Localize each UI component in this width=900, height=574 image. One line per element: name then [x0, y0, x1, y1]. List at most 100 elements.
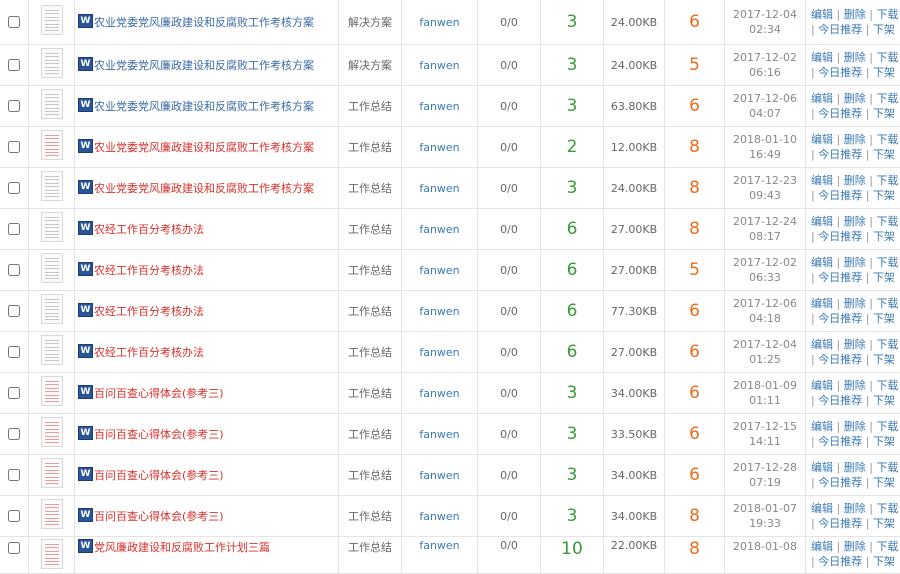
document-title-link[interactable]: 农经工作百分考核办法: [94, 346, 204, 359]
edit-link[interactable]: 编辑: [811, 502, 833, 515]
recommend-link[interactable]: 今日推荐: [818, 107, 862, 120]
edit-link[interactable]: 编辑: [811, 174, 833, 187]
document-thumbnail[interactable]: [41, 294, 63, 324]
row-checkbox[interactable]: [8, 141, 20, 153]
document-thumbnail[interactable]: [41, 212, 63, 242]
row-checkbox[interactable]: [8, 59, 20, 71]
document-title-link[interactable]: 农业党委党风廉政建设和反腐败工作考核方案: [94, 16, 314, 29]
row-checkbox[interactable]: [8, 100, 20, 112]
edit-link[interactable]: 编辑: [811, 540, 833, 553]
document-thumbnail[interactable]: [41, 89, 63, 119]
recommend-link[interactable]: 今日推荐: [818, 517, 862, 530]
document-thumbnail[interactable]: [41, 171, 63, 201]
unshelf-link[interactable]: 下架: [873, 230, 895, 243]
row-checkbox[interactable]: [8, 182, 20, 194]
edit-link[interactable]: 编辑: [811, 92, 833, 105]
document-thumbnail[interactable]: [41, 458, 63, 488]
document-title-link[interactable]: 百问百查心得体会(参考三): [94, 387, 224, 400]
uploader-link[interactable]: fanwen: [402, 537, 478, 574]
delete-link[interactable]: 删除: [844, 540, 866, 553]
unshelf-link[interactable]: 下架: [873, 435, 895, 448]
download-link[interactable]: 下载: [876, 540, 898, 553]
edit-link[interactable]: 编辑: [811, 297, 833, 310]
edit-link[interactable]: 编辑: [811, 420, 833, 433]
document-title-link[interactable]: 百问百查心得体会(参考三): [94, 469, 224, 482]
edit-link[interactable]: 编辑: [811, 338, 833, 351]
row-checkbox[interactable]: [8, 387, 20, 399]
download-link[interactable]: 下载: [876, 461, 898, 474]
unshelf-link[interactable]: 下架: [873, 271, 895, 284]
row-checkbox[interactable]: [8, 428, 20, 440]
download-link[interactable]: 下载: [876, 92, 898, 105]
document-title-link[interactable]: 党风廉政建设和反腐败工作计划三篇: [94, 541, 270, 554]
uploader-link[interactable]: fanwen: [402, 373, 478, 414]
uploader-link[interactable]: fanwen: [402, 291, 478, 332]
uploader-link[interactable]: fanwen: [402, 250, 478, 291]
delete-link[interactable]: 删除: [844, 174, 866, 187]
edit-link[interactable]: 编辑: [811, 133, 833, 146]
download-link[interactable]: 下载: [876, 256, 898, 269]
unshelf-link[interactable]: 下架: [873, 107, 895, 120]
document-thumbnail[interactable]: [41, 5, 63, 35]
unshelf-link[interactable]: 下架: [873, 555, 895, 568]
download-link[interactable]: 下载: [876, 215, 898, 228]
unshelf-link[interactable]: 下架: [873, 66, 895, 79]
document-thumbnail[interactable]: [41, 335, 63, 365]
recommend-link[interactable]: 今日推荐: [818, 353, 862, 366]
download-link[interactable]: 下载: [876, 338, 898, 351]
row-checkbox[interactable]: [8, 264, 20, 276]
edit-link[interactable]: 编辑: [811, 256, 833, 269]
row-checkbox[interactable]: [8, 16, 20, 28]
unshelf-link[interactable]: 下架: [873, 517, 895, 530]
delete-link[interactable]: 删除: [844, 256, 866, 269]
delete-link[interactable]: 删除: [844, 215, 866, 228]
delete-link[interactable]: 删除: [844, 8, 866, 21]
row-checkbox[interactable]: [8, 305, 20, 317]
document-thumbnail[interactable]: [41, 48, 63, 78]
recommend-link[interactable]: 今日推荐: [818, 230, 862, 243]
download-link[interactable]: 下载: [876, 420, 898, 433]
download-link[interactable]: 下载: [876, 174, 898, 187]
edit-link[interactable]: 编辑: [811, 51, 833, 64]
uploader-link[interactable]: fanwen: [402, 414, 478, 455]
uploader-link[interactable]: fanwen: [402, 45, 478, 86]
recommend-link[interactable]: 今日推荐: [818, 271, 862, 284]
unshelf-link[interactable]: 下架: [873, 312, 895, 325]
document-title-link[interactable]: 农经工作百分考核办法: [94, 223, 204, 236]
row-checkbox[interactable]: [8, 469, 20, 481]
uploader-link[interactable]: fanwen: [402, 86, 478, 127]
recommend-link[interactable]: 今日推荐: [818, 189, 862, 202]
delete-link[interactable]: 删除: [844, 420, 866, 433]
document-title-link[interactable]: 农业党委党风廉政建设和反腐败工作考核方案: [94, 59, 314, 72]
document-thumbnail[interactable]: [41, 130, 63, 160]
delete-link[interactable]: 删除: [844, 297, 866, 310]
delete-link[interactable]: 删除: [844, 338, 866, 351]
row-checkbox[interactable]: [8, 346, 20, 358]
uploader-link[interactable]: fanwen: [402, 496, 478, 537]
download-link[interactable]: 下载: [876, 51, 898, 64]
row-checkbox[interactable]: [8, 542, 20, 554]
edit-link[interactable]: 编辑: [811, 8, 833, 21]
recommend-link[interactable]: 今日推荐: [818, 23, 862, 36]
document-title-link[interactable]: 百问百查心得体会(参考三): [94, 428, 224, 441]
delete-link[interactable]: 删除: [844, 461, 866, 474]
delete-link[interactable]: 删除: [844, 133, 866, 146]
recommend-link[interactable]: 今日推荐: [818, 555, 862, 568]
recommend-link[interactable]: 今日推荐: [818, 476, 862, 489]
delete-link[interactable]: 删除: [844, 92, 866, 105]
uploader-link[interactable]: fanwen: [402, 168, 478, 209]
unshelf-link[interactable]: 下架: [873, 189, 895, 202]
edit-link[interactable]: 编辑: [811, 379, 833, 392]
edit-link[interactable]: 编辑: [811, 461, 833, 474]
download-link[interactable]: 下载: [876, 297, 898, 310]
recommend-link[interactable]: 今日推荐: [818, 66, 862, 79]
document-title-link[interactable]: 农业党委党风廉政建设和反腐败工作考核方案: [94, 100, 314, 113]
delete-link[interactable]: 删除: [844, 51, 866, 64]
row-checkbox[interactable]: [8, 510, 20, 522]
unshelf-link[interactable]: 下架: [873, 476, 895, 489]
document-thumbnail[interactable]: [41, 253, 63, 283]
document-title-link[interactable]: 农业党委党风廉政建设和反腐败工作考核方案: [94, 182, 314, 195]
unshelf-link[interactable]: 下架: [873, 148, 895, 161]
delete-link[interactable]: 删除: [844, 379, 866, 392]
document-thumbnail[interactable]: [41, 499, 63, 529]
